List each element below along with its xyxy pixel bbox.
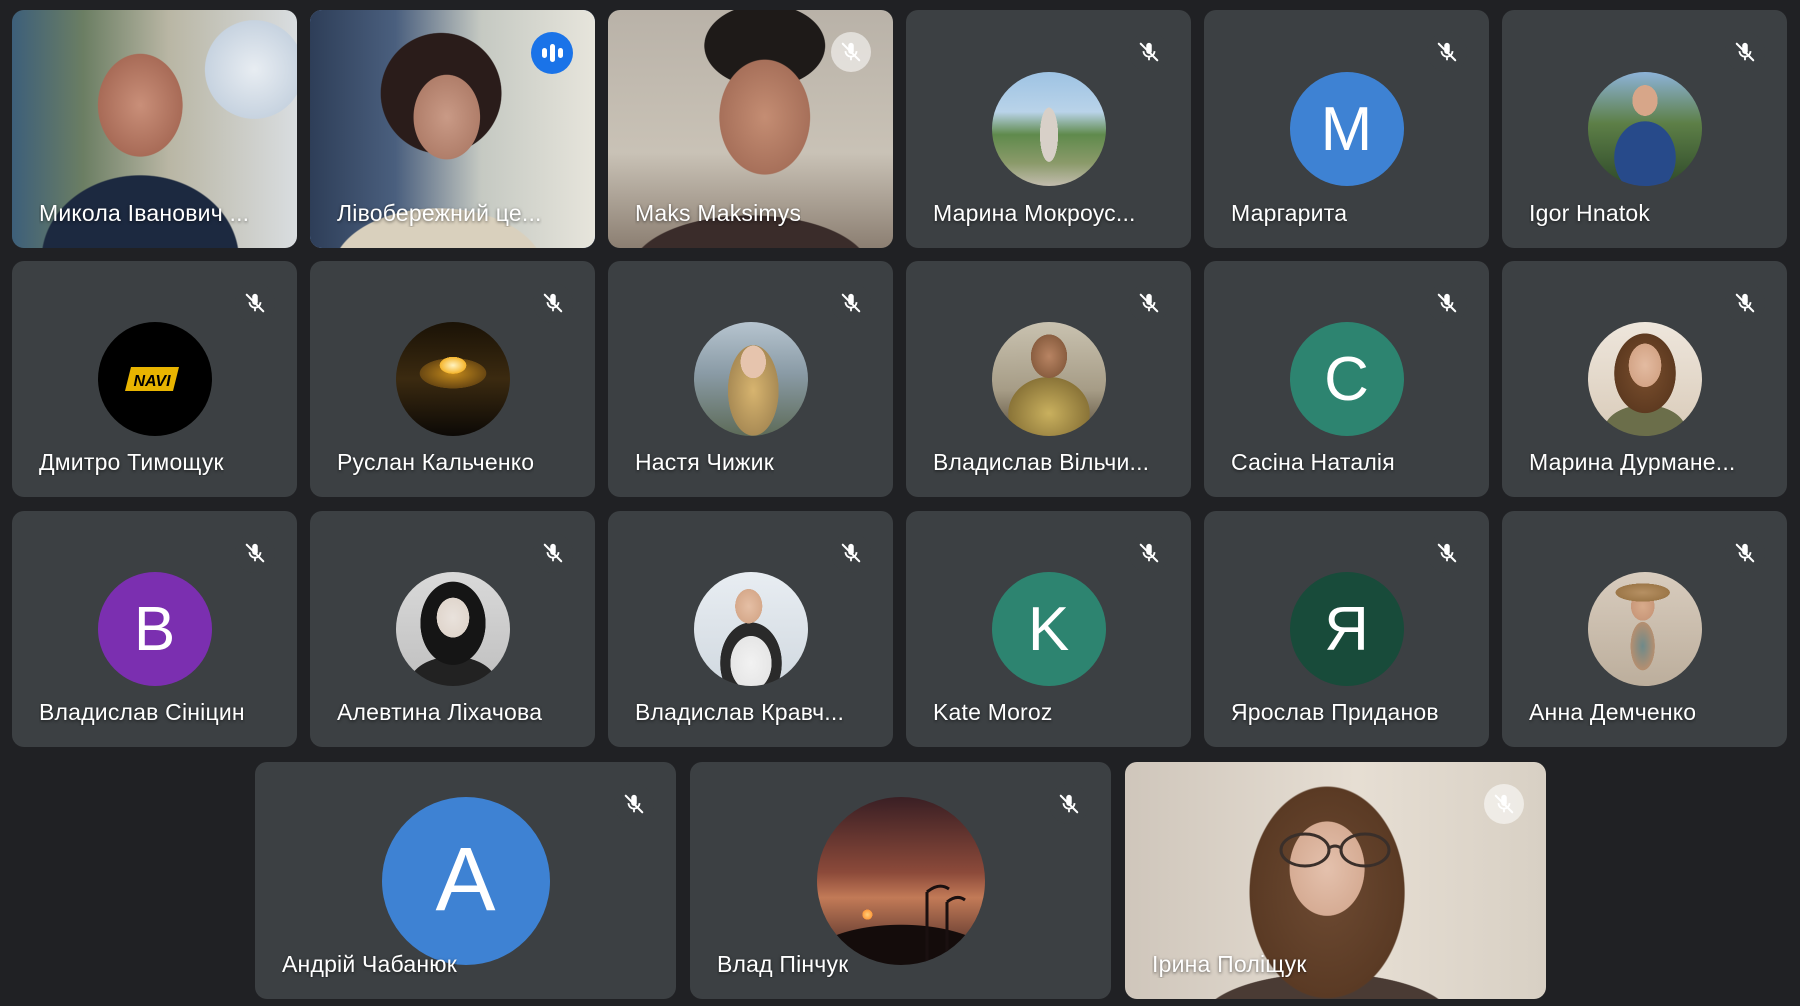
- mic-off-icon: [533, 533, 573, 573]
- speaking-indicator-icon: [531, 32, 573, 74]
- participant-name: Сасіна Наталія: [1231, 449, 1395, 475]
- participant-name: Андрій Чабанюк: [282, 951, 457, 977]
- avatar: A: [381, 796, 550, 965]
- participant-tile-13[interactable]: В Владислав Сініцин: [12, 511, 297, 747]
- participant-tile-21[interactable]: Ірина Поліщук: [1125, 762, 1546, 999]
- participant-tile-3[interactable]: Maks Maksimys: [608, 10, 893, 248]
- participant-name: Igor Hnatok: [1529, 200, 1651, 226]
- avatar: [1587, 72, 1702, 186]
- participant-tile-12[interactable]: Марина Дурмане...: [1502, 261, 1787, 497]
- participant-tile-18[interactable]: Анна Демченко: [1502, 511, 1787, 747]
- participant-name: Maks Maksimys: [635, 200, 802, 226]
- avatar: [395, 572, 510, 686]
- navi-logo-icon: NAVI: [124, 367, 179, 391]
- mic-off-icon: [1484, 784, 1524, 824]
- avatar: K: [991, 572, 1106, 686]
- mic-off-icon: [831, 283, 871, 323]
- avatar: [1587, 572, 1702, 686]
- participant-tile-19[interactable]: A Андрій Чабанюк: [255, 762, 676, 999]
- street-lamps-icon: [925, 884, 966, 965]
- svg-text:NAVI: NAVI: [133, 373, 171, 390]
- participant-tile-8[interactable]: Руслан Кальченко: [310, 261, 595, 497]
- participant-name: Влад Пінчук: [717, 951, 849, 977]
- avatar: В: [97, 572, 212, 686]
- participant-name: Владислав Сініцин: [39, 699, 245, 725]
- participant-name: Лівобережний це...: [337, 200, 542, 226]
- participant-name: Алевтина Ліхачова: [337, 699, 543, 725]
- avatar: Я: [1289, 572, 1404, 686]
- avatar: [1587, 322, 1702, 436]
- avatar: [395, 322, 510, 436]
- participant-name: Ярослав Приданов: [1231, 699, 1439, 725]
- avatar: С: [1289, 322, 1404, 436]
- participant-tile-20[interactable]: Влад Пінчук: [690, 762, 1111, 999]
- participant-name: Владислав Вільчи...: [933, 449, 1150, 475]
- avatar: М: [1289, 72, 1404, 186]
- mic-off-icon: [533, 283, 573, 323]
- participant-name: Руслан Кальченко: [337, 449, 535, 475]
- participant-tile-11[interactable]: С Сасіна Наталія: [1204, 261, 1489, 497]
- mic-off-icon: [831, 32, 871, 72]
- participant-tile-6[interactable]: Igor Hnatok: [1502, 10, 1787, 248]
- participant-name: Марина Дурмане...: [1529, 449, 1736, 475]
- participant-tile-9[interactable]: Настя Чижик: [608, 261, 893, 497]
- participant-tile-16[interactable]: K Kate Moroz: [906, 511, 1191, 747]
- mic-off-icon: [1129, 533, 1169, 573]
- mic-off-icon: [831, 533, 871, 573]
- mic-off-icon: [1725, 533, 1765, 573]
- avatar: NAVI: [97, 322, 212, 436]
- participant-tile-4[interactable]: Марина Мокроус...: [906, 10, 1191, 248]
- avatar: [991, 322, 1106, 436]
- meeting-grid: Микола Іванович ... Лівобережний це... M…: [0, 0, 1800, 1006]
- participant-name: Дмитро Тимощук: [39, 449, 224, 475]
- mic-off-icon: [1129, 32, 1169, 72]
- avatar: [816, 796, 985, 965]
- participant-name: Владислав Кравч...: [635, 699, 845, 725]
- participant-tile-5[interactable]: М Маргарита: [1204, 10, 1489, 248]
- participant-tile-14[interactable]: Алевтина Ліхачова: [310, 511, 595, 747]
- participant-tile-1[interactable]: Микола Іванович ...: [12, 10, 297, 248]
- participant-tile-15[interactable]: Владислав Кравч...: [608, 511, 893, 747]
- participant-tile-10[interactable]: Владислав Вільчи...: [906, 261, 1191, 497]
- participant-name: Kate Moroz: [933, 699, 1053, 725]
- mic-off-icon: [614, 784, 654, 824]
- mic-off-icon: [1129, 283, 1169, 323]
- mic-off-icon: [1427, 283, 1467, 323]
- mic-off-icon: [1049, 784, 1089, 824]
- participant-name: Маргарита: [1231, 200, 1348, 226]
- participant-name: Настя Чижик: [635, 449, 774, 475]
- participant-name: Микола Іванович ...: [39, 200, 250, 226]
- participant-tile-2[interactable]: Лівобережний це...: [310, 10, 595, 248]
- avatar: [693, 572, 808, 686]
- participant-name: Анна Демченко: [1529, 699, 1697, 725]
- mic-off-icon: [235, 283, 275, 323]
- participant-tile-7[interactable]: NAVI Дмитро Тимощук: [12, 261, 297, 497]
- mic-off-icon: [1725, 32, 1765, 72]
- participant-name: Марина Мокроус...: [933, 200, 1136, 226]
- participant-tile-17[interactable]: Я Ярослав Приданов: [1204, 511, 1489, 747]
- mic-off-icon: [235, 533, 275, 573]
- avatar: [991, 72, 1106, 186]
- mic-off-icon: [1725, 283, 1765, 323]
- mic-off-icon: [1427, 533, 1467, 573]
- mic-off-icon: [1427, 32, 1467, 72]
- avatar: [693, 322, 808, 436]
- participant-name: Ірина Поліщук: [1152, 951, 1307, 977]
